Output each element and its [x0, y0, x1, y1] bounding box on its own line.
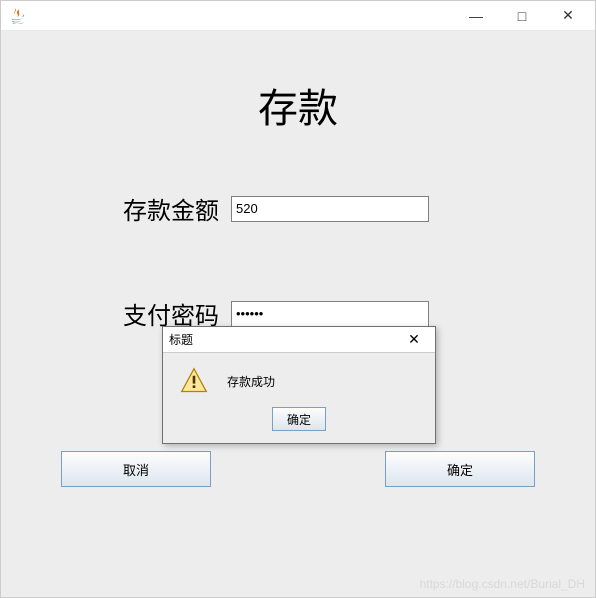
dialog-ok-button[interactable]: 确定 — [272, 407, 326, 431]
dialog-title: 标题 — [169, 331, 399, 348]
button-row: 取消 确定 — [1, 451, 595, 487]
window-titlebar: — □ ✕ — [1, 1, 595, 31]
cancel-button[interactable]: 取消 — [61, 451, 211, 487]
dialog-close-button[interactable]: ✕ — [399, 329, 429, 351]
password-input[interactable] — [231, 301, 429, 327]
message-dialog: 标题 ✕ 存款成功 确定 — [162, 326, 436, 444]
warning-icon — [179, 367, 209, 395]
maximize-button[interactable]: □ — [499, 1, 545, 31]
confirm-button[interactable]: 确定 — [385, 451, 535, 487]
close-button[interactable]: ✕ — [545, 1, 591, 31]
amount-input[interactable] — [231, 196, 429, 222]
content-area: 存款 存款金额 支付密码 取消 确定 标题 ✕ — [1, 31, 595, 597]
watermark: https://blog.csdn.net/Burial_DH — [420, 577, 585, 591]
minimize-button[interactable]: — — [453, 1, 499, 31]
amount-row: 存款金额 — [123, 191, 429, 226]
dialog-footer: 确定 — [163, 401, 435, 443]
dialog-body: 存款成功 — [163, 353, 435, 401]
dialog-titlebar: 标题 ✕ — [163, 327, 435, 353]
java-icon — [9, 7, 27, 25]
dialog-message: 存款成功 — [227, 373, 275, 390]
main-window: — □ ✕ 存款 存款金额 支付密码 取消 确定 标题 ✕ — [0, 0, 596, 598]
amount-label: 存款金额 — [123, 191, 231, 226]
page-title: 存款 — [1, 76, 595, 134]
